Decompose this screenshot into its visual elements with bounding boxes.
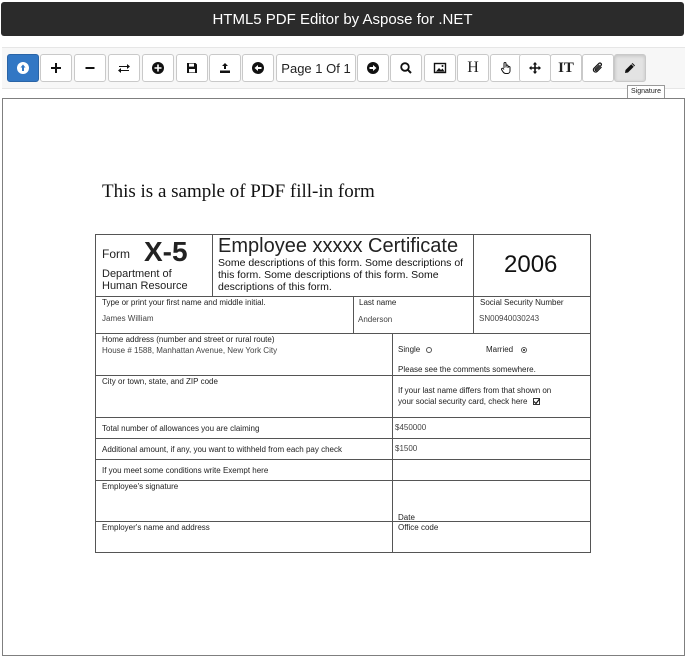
divider bbox=[96, 459, 590, 460]
next-page-button[interactable] bbox=[357, 54, 389, 82]
minus-icon bbox=[85, 67, 95, 69]
married-option[interactable]: Married bbox=[486, 345, 528, 354]
floppy-disk-icon bbox=[187, 63, 197, 73]
last-name-differs-row: your social security card, check here bbox=[398, 397, 540, 406]
paperclip-icon bbox=[592, 62, 602, 73]
employee-signature-label: Employee's signature bbox=[102, 482, 179, 491]
swap-pages-button[interactable] bbox=[108, 54, 140, 82]
comments-note: Please see the comments somewhere. bbox=[398, 365, 536, 374]
signature-button[interactable] bbox=[614, 54, 646, 82]
allowances-field[interactable]: $450000 bbox=[395, 423, 426, 432]
first-name-field[interactable]: James William bbox=[102, 314, 154, 323]
date-label: Date bbox=[398, 513, 415, 522]
divider bbox=[96, 296, 590, 297]
allowances-label: Total number of allowances you are claim… bbox=[102, 424, 260, 433]
divider bbox=[96, 375, 590, 376]
exempt-label: If you meet some conditions write Exempt… bbox=[102, 466, 269, 475]
divider bbox=[473, 235, 474, 296]
toolbar: Page 1 Of 1 H IT bbox=[2, 47, 685, 89]
app-title-bar: HTML5 PDF Editor by Aspose for .NET bbox=[1, 2, 684, 36]
married-radio[interactable] bbox=[521, 346, 528, 353]
checkmark-icon bbox=[533, 399, 540, 405]
pencil-icon bbox=[625, 63, 635, 73]
text-size-button[interactable]: IT bbox=[550, 54, 582, 82]
ssn-field[interactable]: SN00940030243 bbox=[479, 314, 539, 323]
heading-button[interactable]: H bbox=[457, 54, 489, 82]
attachment-button[interactable] bbox=[582, 54, 614, 82]
form-label: Form bbox=[102, 247, 130, 261]
ssn-label: Social Security Number bbox=[480, 298, 564, 307]
married-label: Married bbox=[486, 345, 514, 354]
divider bbox=[392, 333, 393, 552]
document-heading: This is a sample of PDF fill-in form bbox=[102, 181, 375, 202]
save-button[interactable] bbox=[176, 54, 208, 82]
last-name-label: Last name bbox=[359, 298, 397, 307]
tooltip-label: Signature bbox=[631, 88, 661, 95]
first-name-label: Type or print your first name and middle… bbox=[102, 298, 266, 307]
divider bbox=[96, 333, 590, 334]
divider bbox=[353, 296, 354, 333]
upload-icon bbox=[17, 62, 29, 74]
page-indicator: Page 1 Of 1 bbox=[276, 54, 356, 82]
single-label: Single bbox=[398, 345, 421, 354]
remove-page-button[interactable] bbox=[74, 54, 106, 82]
single-option[interactable]: Single bbox=[398, 345, 433, 354]
arrow-right-circle-icon bbox=[367, 62, 379, 74]
city-label: City or town, state, and ZIP code bbox=[102, 377, 218, 386]
search-button[interactable] bbox=[390, 54, 422, 82]
form-description: Some descriptions of this form. Some des… bbox=[218, 257, 464, 293]
page-indicator-label: Page 1 Of 1 bbox=[281, 60, 351, 76]
home-address-label: Home address (number and street or rural… bbox=[102, 335, 275, 344]
last-name-field[interactable]: Anderson bbox=[358, 315, 392, 324]
search-icon bbox=[400, 62, 412, 74]
divider bbox=[212, 235, 213, 296]
image-icon bbox=[433, 62, 447, 74]
department-line2: Human Resource bbox=[102, 280, 188, 292]
single-radio[interactable] bbox=[426, 346, 433, 353]
signature-tooltip: Signature bbox=[627, 85, 665, 99]
hand-pointer-icon bbox=[501, 62, 511, 74]
export-button[interactable] bbox=[209, 54, 241, 82]
home-address-field[interactable]: House # 1588, Manhattan Avenue, New York… bbox=[102, 346, 277, 355]
department-line1: Department of bbox=[102, 268, 172, 280]
text-size-icon: IT bbox=[558, 59, 574, 76]
plus-icon bbox=[51, 63, 61, 73]
divider bbox=[96, 521, 590, 522]
form-year: 2006 bbox=[504, 251, 558, 278]
swap-icon bbox=[118, 64, 130, 73]
export-icon bbox=[220, 63, 230, 73]
app-title: HTML5 PDF Editor by Aspose for .NET bbox=[212, 10, 473, 28]
divider bbox=[96, 480, 590, 481]
certificate-title: Employee xxxxx Certificate bbox=[218, 235, 459, 257]
plus-circle-icon bbox=[152, 62, 164, 74]
add-page-button[interactable] bbox=[40, 54, 72, 82]
last-name-differs-line1: If your last name differs from that show… bbox=[398, 386, 552, 395]
exempt-field[interactable] bbox=[395, 466, 585, 476]
upload-button[interactable] bbox=[7, 54, 39, 82]
fill-in-form: Form X-5 Department of Human Resource Em… bbox=[95, 234, 591, 553]
move-button[interactable] bbox=[519, 54, 551, 82]
additional-amount-field[interactable]: $1500 bbox=[395, 444, 417, 453]
heading-icon: H bbox=[467, 59, 479, 76]
last-name-differs-checkbox[interactable] bbox=[532, 398, 540, 406]
office-code-label: Office code bbox=[398, 523, 439, 532]
previous-page-button[interactable] bbox=[242, 54, 274, 82]
divider bbox=[473, 296, 474, 333]
last-name-differs-line2: your social security card, check here bbox=[398, 397, 528, 406]
arrow-left-circle-icon bbox=[252, 62, 264, 74]
add-circle-button[interactable] bbox=[142, 54, 174, 82]
divider bbox=[96, 438, 590, 439]
hand-tool-button[interactable] bbox=[490, 54, 522, 82]
employer-label: Employer's name and address bbox=[102, 523, 210, 532]
divider bbox=[96, 417, 590, 418]
additional-amount-label: Additional amount, if any, you want to w… bbox=[102, 445, 342, 454]
move-arrows-icon bbox=[529, 62, 541, 74]
insert-image-button[interactable] bbox=[424, 54, 456, 82]
form-number: X-5 bbox=[144, 236, 188, 267]
